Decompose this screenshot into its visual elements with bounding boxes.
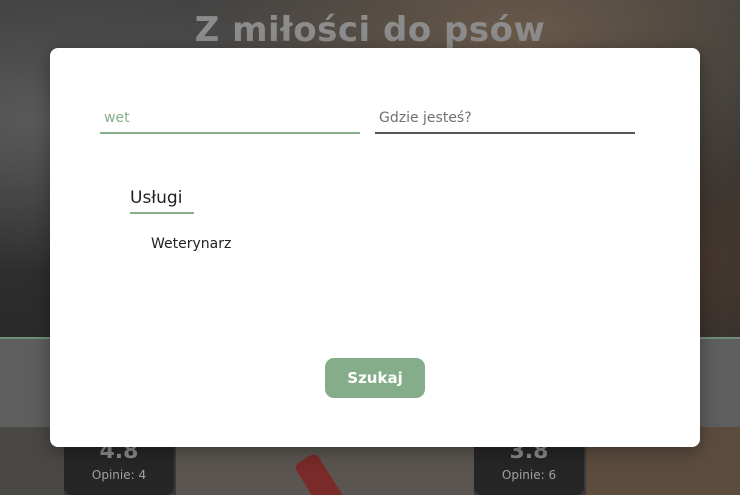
location-input[interactable] — [375, 104, 635, 132]
services-section-title: Usługi — [130, 188, 194, 214]
suggestion-item-weterynarz[interactable]: Weterynarz — [151, 236, 231, 252]
search-button[interactable]: Szukaj — [325, 358, 425, 398]
review-count: Opinie: 6 — [501, 468, 557, 482]
hero-title: Z miłości do psów — [194, 10, 546, 50]
location-field — [375, 104, 635, 134]
service-search-input[interactable] — [100, 104, 360, 132]
service-search-field — [100, 104, 360, 134]
search-modal: Usługi Weterynarz Szukaj — [50, 48, 700, 447]
review-count: Opinie: 4 — [91, 468, 147, 482]
